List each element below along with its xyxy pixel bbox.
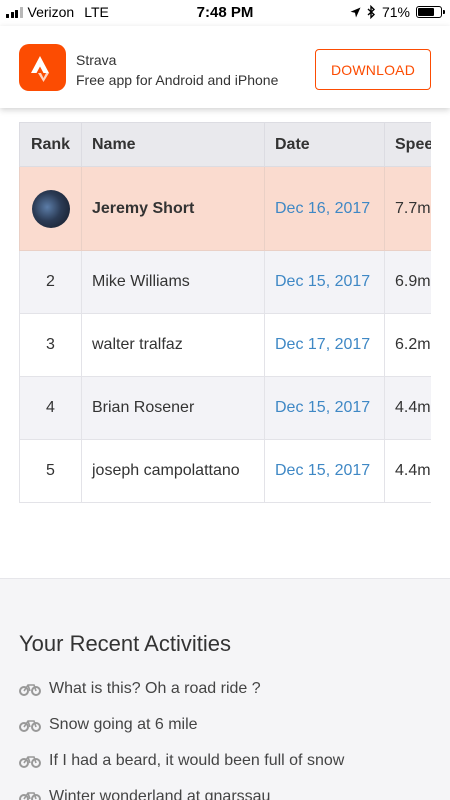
bike-icon [19, 792, 41, 800]
rank-cell [19, 166, 82, 251]
column-header-rank[interactable]: Rank [19, 122, 82, 167]
table-row[interactable]: 4 Brian Rosener Dec 15, 2017 4.4m [19, 376, 431, 440]
athlete-name-link[interactable]: Jeremy Short [81, 166, 265, 251]
speed-cell: 4.4m [384, 376, 431, 440]
battery-percent: 71% [381, 4, 410, 20]
speed-cell: 6.2m [384, 313, 431, 377]
list-item[interactable]: Winter wonderland at gnarssau [19, 779, 344, 800]
activity-link[interactable]: What is this? Oh a road ride ? [49, 680, 261, 698]
battery-fill [418, 8, 434, 16]
speed-cell: 4.4m [384, 439, 431, 503]
battery-icon [416, 6, 445, 18]
activity-list: What is this? Oh a road ride ? Snow goin… [19, 671, 344, 800]
download-button[interactable]: DOWNLOAD [315, 49, 431, 90]
athlete-name-link[interactable]: walter tralfaz [81, 313, 265, 377]
athlete-name-link[interactable]: joseph campolattano [81, 439, 265, 503]
avatar[interactable] [31, 189, 70, 228]
athlete-name-link[interactable]: Brian Rosener [81, 376, 265, 440]
effort-date-link[interactable]: Dec 15, 2017 [264, 439, 385, 503]
activity-link[interactable]: If I had a beard, it would been full of … [49, 752, 344, 770]
column-header-date[interactable]: Date [264, 122, 385, 167]
bluetooth-icon [367, 5, 375, 19]
leaderboard-table: Rank Name Date Spee Jeremy Short Dec 16,… [19, 122, 431, 503]
section-title: Your Recent Activities [19, 631, 231, 656]
table-row[interactable]: 5 joseph campolattano Dec 15, 2017 4.4m [19, 439, 431, 503]
bike-icon [19, 756, 41, 768]
bike-icon [19, 684, 41, 696]
athlete-name-link[interactable]: Mike Williams [81, 250, 265, 314]
effort-date-link[interactable]: Dec 15, 2017 [264, 376, 385, 440]
bike-icon [19, 720, 41, 732]
rank-cell: 4 [19, 376, 82, 440]
list-item[interactable]: Snow going at 6 mile [19, 707, 344, 743]
status-bar: Verizon LTE 7:48 PM 71% [0, 0, 450, 26]
activity-link[interactable]: Snow going at 6 mile [49, 716, 198, 734]
effort-date-link[interactable]: Dec 16, 2017 [264, 166, 385, 251]
leaderboard-table-container[interactable]: Rank Name Date Spee Jeremy Short Dec 16,… [19, 108, 431, 508]
speed-cell: 6.9m [384, 250, 431, 314]
column-header-name[interactable]: Name [81, 122, 265, 167]
column-header-speed[interactable]: Spee [384, 122, 431, 167]
rank-cell: 5 [19, 439, 82, 503]
table-row[interactable]: 3 walter tralfaz Dec 17, 2017 6.2m [19, 313, 431, 377]
activity-link[interactable]: Winter wonderland at gnarssau [49, 788, 270, 800]
table-row-current-athlete[interactable]: Jeremy Short Dec 16, 2017 7.7m [19, 166, 431, 251]
table-header-row: Rank Name Date Spee [19, 122, 431, 167]
recent-activities-section: Your Recent Activities What is this? Oh … [0, 578, 450, 800]
effort-date-link[interactable]: Dec 15, 2017 [264, 250, 385, 314]
table-row[interactable]: 2 Mike Williams Dec 15, 2017 6.9m [19, 250, 431, 314]
speed-cell: 7.7m [384, 166, 431, 251]
strava-logo-icon[interactable] [19, 44, 66, 91]
app-install-banner: Strava Free app for Android and iPhone D… [0, 26, 450, 108]
rank-cell: 2 [19, 250, 82, 314]
status-right: 71% [350, 4, 445, 20]
app-name: Strava [76, 52, 117, 68]
location-arrow-icon [350, 7, 361, 17]
app-subtitle: Free app for Android and iPhone [76, 72, 279, 88]
list-item[interactable]: If I had a beard, it would been full of … [19, 743, 344, 779]
list-item[interactable]: What is this? Oh a road ride ? [19, 671, 344, 707]
effort-date-link[interactable]: Dec 17, 2017 [264, 313, 385, 377]
strava-chevron-icon [30, 55, 49, 82]
rank-cell: 3 [19, 313, 82, 377]
